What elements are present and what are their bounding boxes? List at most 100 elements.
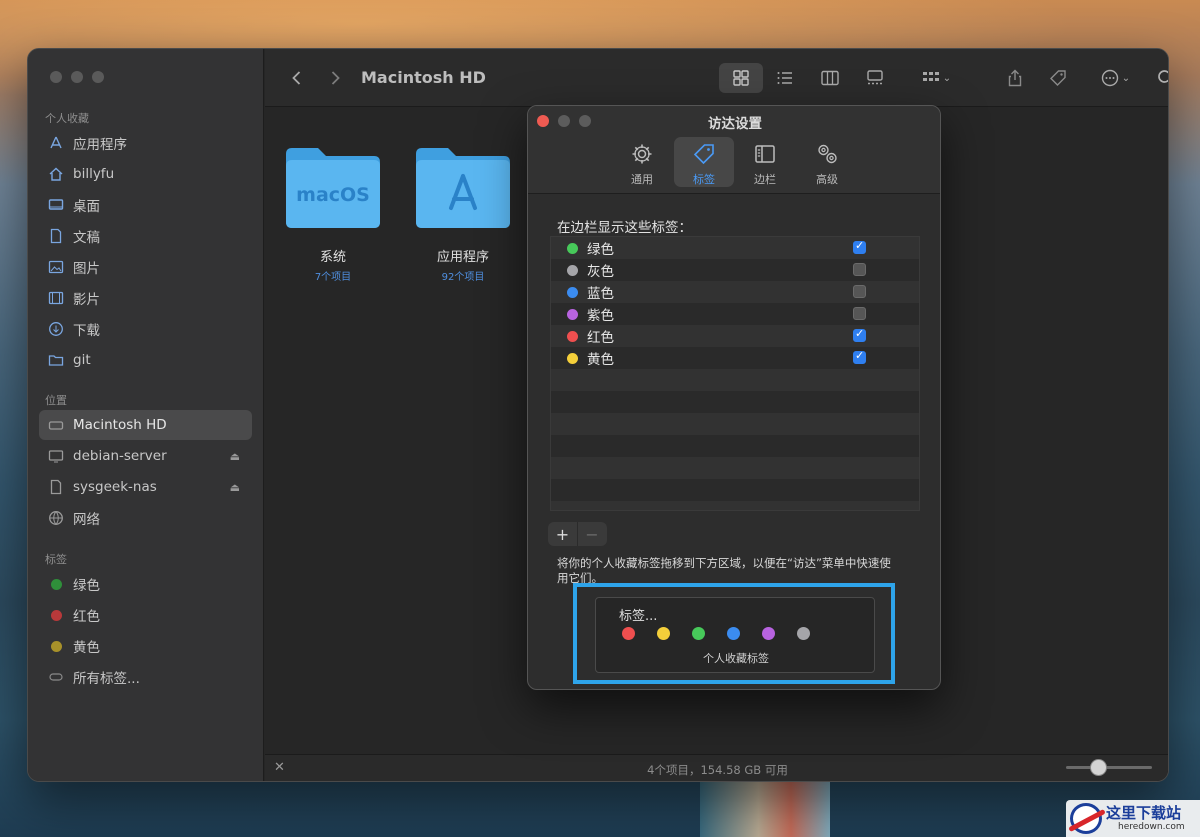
tag-row-blue[interactable]: 蓝色 <box>551 281 919 303</box>
sidebar-item-home[interactable]: billyfu <box>39 159 252 189</box>
folder-applications[interactable]: 应用程序 92个项目 <box>408 144 518 283</box>
back-button[interactable] <box>287 65 307 91</box>
chevron-down-icon: ⌄ <box>1121 72 1131 84</box>
tag-list-label: 在边栏显示这些标签： <box>557 220 692 236</box>
tag-row-purple[interactable]: 紫色 <box>551 303 919 325</box>
forward-button[interactable] <box>325 65 345 91</box>
gray-tag-icon[interactable] <box>797 627 810 640</box>
blue-tag-icon[interactable] <box>727 627 740 640</box>
green-tag-icon[interactable] <box>692 627 705 640</box>
gallery-view-button[interactable] <box>865 65 885 91</box>
gear-icon <box>632 144 652 164</box>
sidebar-item-sysgeek-nas[interactable]: sysgeek-nas ⏏ <box>39 472 252 502</box>
toolbar: Macintosh HD ⌄ ⌄ <box>265 49 1168 107</box>
icon-size-slider-knob[interactable] <box>1090 759 1107 776</box>
red-tag-icon <box>567 330 578 342</box>
sidebar-item-documents[interactable]: 文稿 <box>39 221 252 251</box>
sidebar-item-label: Macintosh HD <box>73 417 167 433</box>
tab-tags[interactable]: 标签 <box>674 137 734 187</box>
tag-button[interactable] <box>1048 65 1068 91</box>
close-button[interactable] <box>50 71 62 83</box>
sidebar-item-desktop[interactable]: 桌面 <box>39 190 252 220</box>
sidebar-item-apps[interactable]: 应用程序 <box>39 128 252 158</box>
tab-general[interactable]: 通用 <box>612 137 672 187</box>
sidebar-tag-red[interactable]: 红色 <box>39 600 252 630</box>
show-in-sidebar-checkbox[interactable] <box>853 285 866 298</box>
sidebar-item-label: 影片 <box>73 292 100 308</box>
sidebar-item-label: 网络 <box>73 512 100 528</box>
empty-row <box>551 413 919 435</box>
minimize-button[interactable] <box>71 71 83 83</box>
folder-icon <box>416 148 510 228</box>
green-tag-icon <box>48 576 64 592</box>
show-in-sidebar-checkbox[interactable] <box>853 349 866 364</box>
tab-label: 边栏 <box>754 173 776 186</box>
tag-row-green[interactable]: 绿色 <box>551 237 919 259</box>
watermark: 这里下载站 heredown.com <box>1066 800 1200 837</box>
add-remove-control: + − <box>548 522 607 546</box>
show-in-sidebar-checkbox[interactable] <box>853 307 866 320</box>
favorite-tags-area[interactable]: 标签... 个人收藏标签 <box>595 597 875 673</box>
search-button[interactable] <box>1156 65 1168 91</box>
sidebar-item-label: 绿色 <box>73 578 100 594</box>
sidebar-item-pictures[interactable]: 图片 <box>39 252 252 282</box>
sidebar-item-label: debian-server <box>73 448 167 464</box>
sidebar-item-movies[interactable]: 影片 <box>39 283 252 313</box>
tag-name: 紫色 <box>587 308 614 324</box>
icon-size-slider-track[interactable] <box>1066 766 1152 769</box>
tab-advanced[interactable]: 高级 <box>797 137 857 187</box>
yellow-tag-icon[interactable] <box>657 627 670 640</box>
gray-tag-icon <box>567 264 578 276</box>
more-actions-button[interactable]: ⌄ <box>1094 65 1136 91</box>
sidebar-item-label: billyfu <box>73 166 115 182</box>
add-tag-button[interactable]: + <box>548 522 577 546</box>
sidebar-tag-green[interactable]: 绿色 <box>39 569 252 599</box>
apps-icon <box>48 135 64 151</box>
chevron-down-icon: ⌄ <box>942 72 952 84</box>
empty-row <box>551 457 919 479</box>
list-view-button[interactable] <box>775 65 795 91</box>
sidebar-item-label: git <box>73 352 91 368</box>
dialog-toolbar: 访达设置 通用 标签 边栏 高级 <box>528 106 940 194</box>
sidebar-item-debian-server[interactable]: debian-server ⏏ <box>39 441 252 471</box>
tag-row-gray[interactable]: 灰色 <box>551 259 919 281</box>
sidebar-all-tags[interactable]: 所有标签... <box>39 662 252 692</box>
folder-icon <box>48 352 64 368</box>
status-text: 4个项目，154.58 GB 可用 <box>647 763 788 777</box>
sidebar-item-downloads[interactable]: 下载 <box>39 314 252 344</box>
icon-view-button[interactable] <box>731 65 751 91</box>
eject-icon[interactable]: ⏏ <box>230 450 240 463</box>
sidebar-tag-yellow[interactable]: 黄色 <box>39 631 252 661</box>
tags-header: 标签 <box>45 553 67 566</box>
folder-count: 7个项目 <box>314 272 352 283</box>
show-in-sidebar-checkbox[interactable] <box>853 327 866 342</box>
group-button[interactable]: ⌄ <box>915 65 957 91</box>
tag-row-red[interactable]: 红色 <box>551 325 919 347</box>
tag-list: 绿色 灰色 蓝色 紫色 红色 黄色 <box>550 236 920 511</box>
sidebar-item-git[interactable]: git <box>39 345 252 375</box>
home-icon <box>48 166 64 182</box>
red-tag-icon[interactable] <box>622 627 635 640</box>
folder-system[interactable]: macOS 系统 7个项目 <box>278 144 388 283</box>
remove-tag-button[interactable]: − <box>577 522 606 546</box>
zoom-button[interactable] <box>92 71 104 83</box>
network-icon <box>48 510 64 526</box>
show-in-sidebar-checkbox[interactable] <box>853 263 866 276</box>
share-button[interactable] <box>1005 65 1025 91</box>
show-in-sidebar-checkbox[interactable] <box>853 239 866 254</box>
desktop-icon <box>48 197 64 213</box>
empty-row <box>551 369 919 391</box>
column-view-button[interactable] <box>820 65 840 91</box>
favorites-hint: 将你的个人收藏标签拖移到下方区域，以便在“访达”菜单中快速使用它们。 <box>557 556 891 585</box>
sidebar-item-label: 红色 <box>73 609 100 625</box>
tag-name: 红色 <box>587 330 614 346</box>
sidebar-item-network[interactable]: 网络 <box>39 503 252 533</box>
sidebar-item-macintosh-hd[interactable]: Macintosh HD <box>39 410 252 440</box>
eject-icon[interactable]: ⏏ <box>230 481 240 494</box>
tab-sidebar[interactable]: 边栏 <box>735 137 795 187</box>
tag-name: 蓝色 <box>587 286 614 302</box>
purple-tag-icon[interactable] <box>762 627 775 640</box>
watermark-title: 这里下载站 <box>1106 804 1182 822</box>
folder-count: 92个项目 <box>441 272 485 283</box>
tag-row-yellow[interactable]: 黄色 <box>551 347 919 369</box>
